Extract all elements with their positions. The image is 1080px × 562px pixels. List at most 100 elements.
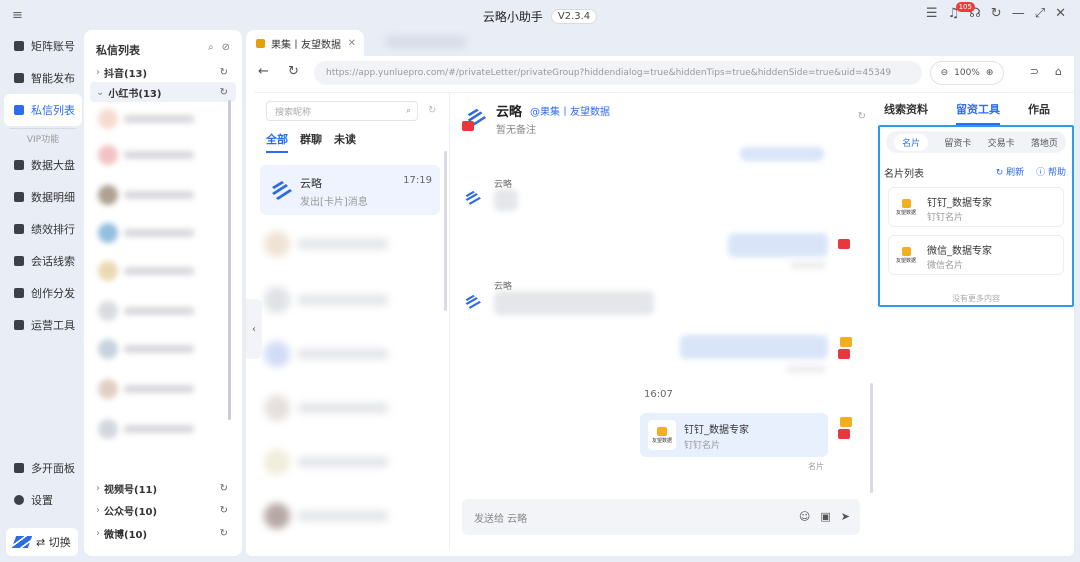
- tab-group-chat[interactable]: 群聊: [300, 131, 322, 153]
- refresh-icon[interactable]: ↻: [858, 111, 866, 122]
- card-subtitle: 钉钉名片: [927, 213, 964, 223]
- conversation-item-blurred[interactable]: [264, 499, 434, 533]
- conversation-item-active[interactable]: 云略 17:19 发出[卡片]消息: [260, 165, 440, 215]
- account-row-blurred[interactable]: [98, 336, 214, 362]
- nav-item-data-detail[interactable]: 数据明细: [4, 181, 82, 213]
- chat-note: 暂无备注: [496, 125, 536, 136]
- refresh-icon[interactable]: ↻: [220, 483, 228, 494]
- chat-scrollbar[interactable]: [870, 383, 873, 493]
- conversation-item-blurred[interactable]: [264, 391, 434, 425]
- message-bubble-blurred: [494, 291, 654, 315]
- tab-unread[interactable]: 未读: [334, 131, 356, 153]
- reload-icon[interactable]: ↻: [288, 64, 299, 79]
- filter-clear-icon[interactable]: ⊘: [222, 42, 230, 53]
- refresh-icon[interactable]: ↻: [220, 528, 228, 539]
- minimize-icon[interactable]: —: [1012, 6, 1025, 21]
- image-icon[interactable]: ▣: [820, 510, 830, 523]
- nav-item-ranking[interactable]: 绩效排行: [4, 213, 82, 245]
- switch-button[interactable]: ⇄ 切换: [6, 528, 78, 556]
- account-group-gongzhonghao[interactable]: › 公众号(10) ↻: [90, 500, 236, 520]
- tools-icon: [14, 320, 24, 330]
- close-icon[interactable]: ✕: [1055, 6, 1066, 21]
- zoom-in-icon[interactable]: ⊕: [986, 68, 994, 78]
- compose-tools: ☺ ▣ ➤: [799, 510, 850, 523]
- conversation-search-input[interactable]: 搜索昵称 ⌕: [266, 101, 418, 121]
- tab-works[interactable]: 作品: [1028, 101, 1050, 125]
- business-card-item[interactable]: 友望数据 钉钉_数据专家 钉钉名片: [888, 187, 1064, 227]
- account-row-blurred[interactable]: [98, 142, 214, 168]
- nav-item-settings[interactable]: 设置: [4, 484, 82, 516]
- tab-lead-tools[interactable]: 留资工具: [956, 101, 1000, 125]
- conversation-tabs: 全部 群聊 未读: [266, 131, 356, 153]
- nav-item-leads[interactable]: 会话线索: [4, 245, 82, 277]
- card-type-label: 名片: [808, 462, 824, 471]
- back-icon[interactable]: ←: [258, 64, 269, 79]
- maximize-icon[interactable]: ⤢: [1035, 6, 1045, 21]
- refresh-icon[interactable]: ↻: [991, 6, 1002, 21]
- account-row-blurred[interactable]: [98, 182, 214, 208]
- tab-lead-info[interactable]: 线索资料: [884, 101, 928, 125]
- tab-all[interactable]: 全部: [266, 131, 288, 153]
- account-row-blurred[interactable]: [98, 376, 214, 402]
- nav-item-ops-tools[interactable]: 运营工具: [4, 309, 82, 341]
- blurred-tab[interactable]: [386, 36, 466, 48]
- message-bubble-blurred: [494, 189, 518, 211]
- collapse-panel-button[interactable]: ‹: [246, 299, 262, 359]
- zoom-out-icon[interactable]: ⊖: [941, 68, 949, 78]
- subtab-landing-page[interactable]: 落地页: [1031, 136, 1058, 149]
- account-row-blurred[interactable]: [98, 220, 214, 246]
- subtab-business-card[interactable]: 名片: [894, 133, 929, 151]
- help-button[interactable]: ⓘ 帮助: [1036, 165, 1066, 178]
- account-group-weibo[interactable]: › 微博(10) ↻: [90, 523, 236, 543]
- dm-list-scrollbar[interactable]: [228, 100, 231, 420]
- search-icon[interactable]: ⌕: [208, 42, 214, 53]
- url-field[interactable]: https://app.yunluepro.com/#/privateLette…: [314, 61, 922, 85]
- account-row-blurred[interactable]: [98, 416, 214, 442]
- nav-item-smart-publish[interactable]: 智能发布: [4, 62, 82, 94]
- send-icon[interactable]: ➤: [841, 510, 850, 523]
- list-icon[interactable]: ☰: [926, 6, 938, 21]
- nav-item-dashboard[interactable]: 数据大盘: [4, 149, 82, 181]
- address-bar: ← ↻ https://app.yunluepro.com/#/privateL…: [246, 56, 1074, 90]
- youwang-logo-icon: 友望数据: [648, 420, 676, 450]
- refresh-icon[interactable]: ↻: [220, 87, 228, 98]
- store-icon[interactable]: ⌂: [1055, 65, 1062, 78]
- business-card-item[interactable]: 友望数据 微信_数据专家 微信名片: [888, 235, 1064, 275]
- account-row-blurred[interactable]: [98, 106, 214, 132]
- account-row-blurred[interactable]: [98, 258, 214, 284]
- nav-item-distribution[interactable]: 创作分发: [4, 277, 82, 309]
- conversation-item-blurred[interactable]: [264, 227, 434, 261]
- message-meta-blurred: [786, 365, 826, 373]
- grid-icon: [14, 41, 24, 51]
- tools-tabs: 线索资料 留资工具 作品: [884, 101, 1050, 125]
- conversation-scrollbar[interactable]: [444, 151, 447, 311]
- nav-item-dm-list[interactable]: 私信列表: [4, 94, 82, 126]
- conversation-item-blurred[interactable]: [264, 283, 434, 317]
- emoji-icon[interactable]: ☺: [799, 510, 810, 523]
- refresh-icon[interactable]: ↻: [428, 105, 436, 116]
- refresh-button[interactable]: ↻ 刷新: [996, 165, 1024, 178]
- nav-item-matrix-accounts[interactable]: 矩阵账号: [4, 30, 82, 62]
- search-icon[interactable]: ⌕: [406, 106, 411, 116]
- account-group-xiaohongshu[interactable]: ⌄ 小红书(13) ↻: [90, 82, 236, 102]
- conversation-item-blurred[interactable]: [264, 445, 434, 479]
- account-group-shipinhao[interactable]: › 视频号(11) ↻: [90, 478, 236, 498]
- subtab-lead-card[interactable]: 留资卡: [944, 136, 971, 149]
- link-icon[interactable]: ⊃: [1030, 65, 1039, 78]
- browser-tab[interactable]: 果集丨友望数据 ✕: [246, 30, 364, 56]
- close-tab-icon[interactable]: ✕: [348, 38, 356, 49]
- web-page: 搜索昵称 ⌕ ↻ 全部 群聊 未读 云略 17:19 发出[卡片]消息 ‹ 云略…: [246, 92, 1074, 551]
- nav-item-multi-panel[interactable]: 多开面板: [4, 452, 82, 484]
- conversation-item-blurred[interactable]: [264, 337, 434, 371]
- account-row-blurred[interactable]: [98, 298, 214, 324]
- bell-icon[interactable]: ♫ 105: [948, 2, 975, 21]
- youwang-logo-icon: [840, 337, 852, 347]
- business-card-message[interactable]: 友望数据 钉钉_数据专家 钉钉名片: [640, 413, 828, 457]
- refresh-icon[interactable]: ↻: [220, 505, 228, 516]
- subtab-trade-card[interactable]: 交易卡: [988, 136, 1015, 149]
- message-input[interactable]: 发送给 云略 ☺ ▣ ➤: [462, 499, 860, 535]
- yunlue-logo-icon: [11, 536, 33, 548]
- refresh-icon[interactable]: ↻: [220, 67, 228, 78]
- card-title: 微信_数据专家: [927, 246, 992, 257]
- account-group-douyin[interactable]: › 抖音(13) ↻: [90, 62, 236, 82]
